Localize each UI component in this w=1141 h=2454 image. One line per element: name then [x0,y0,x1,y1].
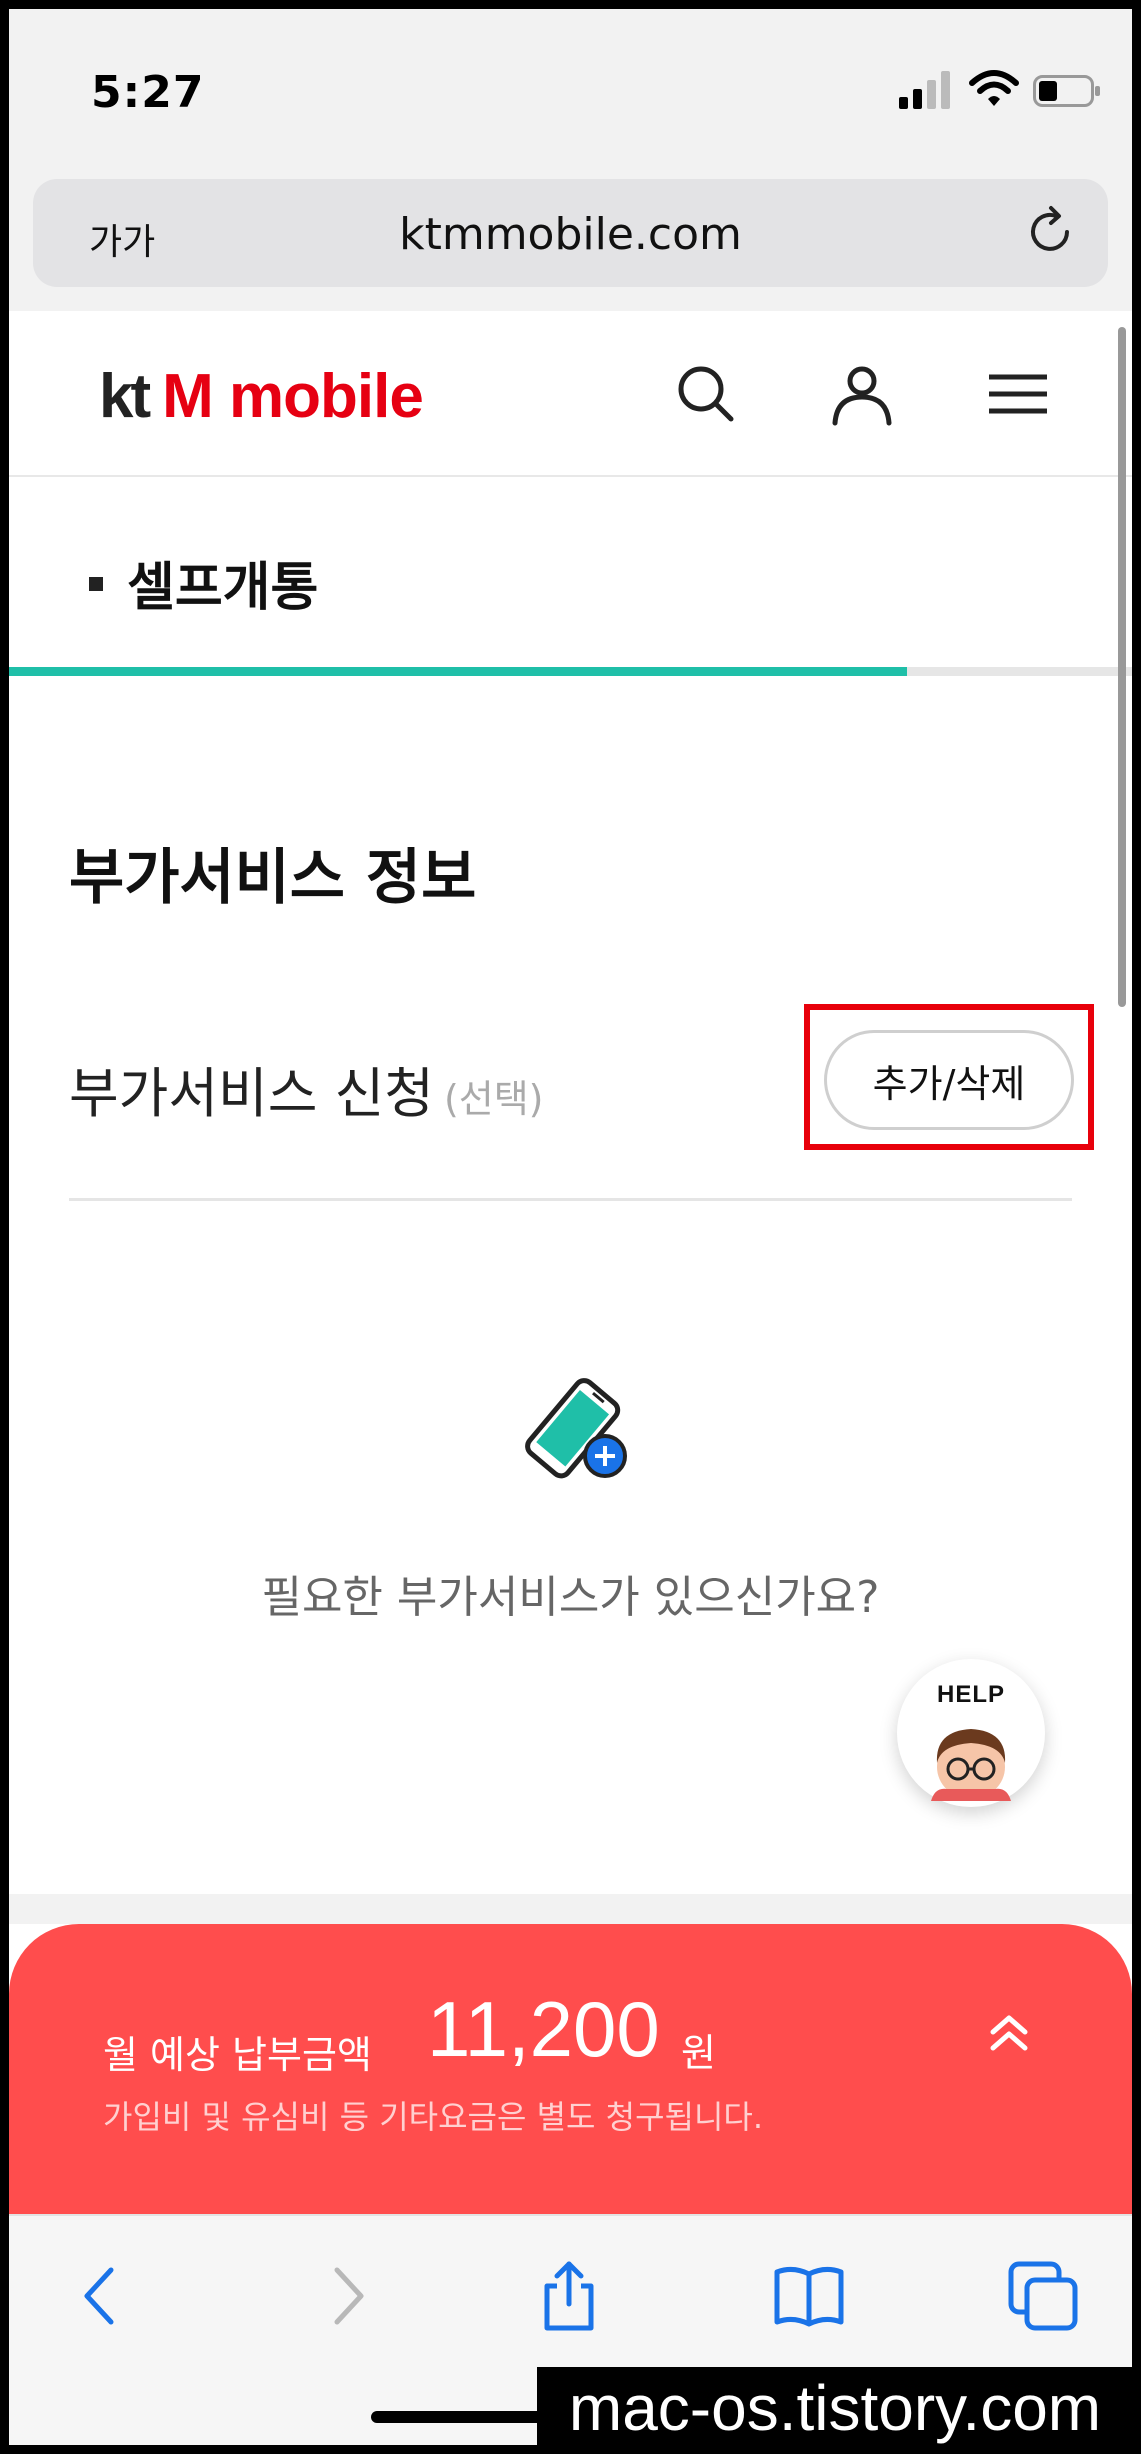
price-note: 가입비 및 유심비 등 기타요금은 별도 청구됩니다. [103,2098,764,2136]
help-label: HELP [936,1681,1005,1708]
phone-add-icon [525,1378,627,1479]
forward-icon[interactable] [307,2258,383,2334]
back-icon[interactable] [65,2258,141,2334]
logo-kt: kt [99,362,151,431]
addon-row-label: 부가서비스 신청 (선택) [69,1049,544,1128]
step-header: 셀프개통 [9,477,1132,667]
addon-optional-label: (선택) [443,1077,544,1121]
price-amount: 11,200 [427,1985,660,2073]
chevron-double-up-icon[interactable] [979,2004,1039,2064]
browser-address-area: 가가 ktmmobile.com [9,169,1132,313]
user-icon[interactable] [829,361,895,427]
add-remove-button[interactable]: 추가/삭제 [824,1030,1074,1130]
step-progress-bar [9,667,1132,676]
content-divider-band [9,1894,1132,1924]
watermark: mac-os.tistory.com [537,2367,1133,2449]
divider [69,1198,1072,1201]
share-icon[interactable] [531,2258,607,2334]
step-title: 셀프개통 [127,558,319,618]
wifi-icon [969,70,1019,106]
status-bar: 5:27 [9,9,1132,169]
search-icon[interactable] [673,361,739,427]
site-header: kt M mobile [9,311,1132,477]
price-unit: 원 [681,2031,716,2075]
kt-m-mobile-logo[interactable]: kt M mobile [99,366,424,428]
status-time: 5:27 [91,67,205,118]
logo-mmobile: M mobile [162,362,424,431]
battery-icon [1033,75,1100,107]
help-button[interactable]: HELP [897,1659,1045,1807]
price-label: 월 예상 납부금액 [103,2033,372,2077]
phone-screen: 5:27 가가 ktmmobile.com kt M mobile 셀프개통 부… [9,9,1132,2445]
help-character-icon [931,1729,1011,1801]
price-summary-panel[interactable]: 월 예상 납부금액 11,200 원 가입비 및 유심비 등 기타요금은 별도 … [9,1924,1132,2214]
scrollbar[interactable] [1118,327,1126,1007]
tabs-icon[interactable] [1005,2258,1081,2334]
cellular-signal-icon [899,71,950,109]
address-bar[interactable]: 가가 ktmmobile.com [33,179,1108,287]
bullet-marker [89,577,103,591]
empty-state-prompt: 필요한 부가서비스가 있으신가요? [261,1572,880,1623]
bookmarks-icon[interactable] [771,2258,847,2334]
reload-icon[interactable] [1023,205,1077,259]
addon-label: 부가서비스 신청 [69,1062,434,1125]
url-text[interactable]: ktmmobile.com [33,209,1108,260]
section-heading: 부가서비스 정보 [69,843,477,913]
step-progress-fill [9,667,908,676]
menu-icon[interactable] [985,361,1051,427]
